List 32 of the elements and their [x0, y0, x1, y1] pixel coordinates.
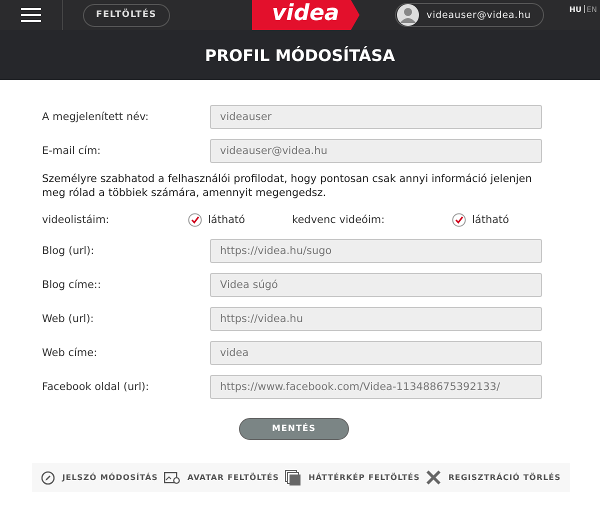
- close-icon[interactable]: [426, 470, 442, 485]
- field-label: videolistáim:: [42, 214, 110, 226]
- field-label: A megjelenített név:: [42, 111, 150, 123]
- input-field[interactable]: videa: [210, 341, 542, 365]
- input-field[interactable]: Videa súgó: [210, 273, 542, 297]
- upload-button[interactable]: FELTÖLTÉS: [83, 4, 170, 26]
- user-menu[interactable]: videauser@videa.hu: [394, 3, 544, 27]
- field-label: Facebook oldal (url):: [42, 381, 150, 393]
- image-icon[interactable]: [164, 472, 180, 484]
- input-field[interactable]: videauser: [210, 105, 542, 129]
- menu-icon[interactable]: [21, 7, 41, 23]
- checkbox-label: látható: [472, 214, 510, 226]
- field-label: E-mail cím:: [42, 145, 102, 157]
- field-label: Blog (url):: [42, 245, 96, 257]
- field-label: Web (url):: [42, 313, 95, 325]
- layers-icon[interactable]: [285, 470, 302, 486]
- checkbox[interactable]: [452, 213, 466, 227]
- checkbox[interactable]: [188, 213, 202, 227]
- input-field[interactable]: https://www.facebook.com/Videa-113488675392133/: [210, 375, 542, 399]
- input-field[interactable]: https://videa.hu/sugo: [210, 239, 542, 263]
- logo[interactable]: videa: [252, 0, 360, 30]
- save-button[interactable]: MENTÉS: [239, 418, 349, 440]
- avatar-icon: [396, 4, 419, 26]
- pencil-icon[interactable]: [41, 470, 56, 484]
- page-title: PROFIL MÓDOSÍTÁSA: [204, 46, 396, 64]
- input-field[interactable]: https://videa.hu: [210, 307, 542, 331]
- input-field[interactable]: videauser@videa.hu: [210, 139, 542, 163]
- field-label: Blog címe::: [42, 279, 102, 291]
- field-label: Web címe:: [42, 347, 98, 359]
- field-label: kedvenc videóim:: [292, 214, 386, 226]
- checkbox-label: látható: [208, 214, 246, 226]
- info-text: Személyre szabhatod a felhasználói profilodat, hogy pontosan csak annyi információ jelenjen meg rólad a többiek számára, amennyit megengedsz.: [42, 172, 533, 200]
